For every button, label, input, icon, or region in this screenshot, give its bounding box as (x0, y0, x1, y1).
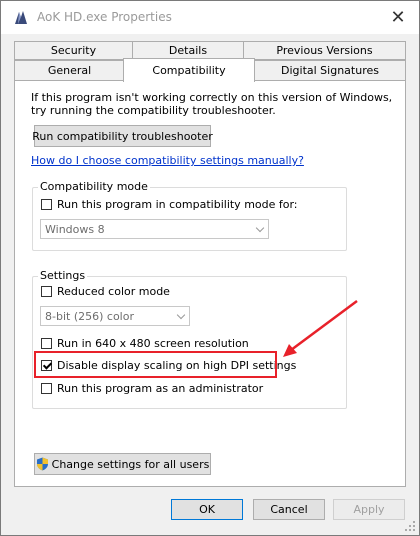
title-bar[interactable]: AoK HD.exe Properties ✕ (1, 1, 419, 34)
chevron-down-icon (255, 223, 265, 233)
ok-button[interactable]: OK (171, 499, 243, 520)
resize-grip-icon[interactable] (405, 521, 417, 533)
tab-digital-signatures[interactable]: Digital Signatures (254, 60, 406, 81)
properties-window: AoK HD.exe Properties ✕ Security Details… (0, 0, 420, 536)
dpi-highlight-box (34, 351, 277, 378)
resolution-label: Run in 640 x 480 screen resolution (57, 337, 249, 350)
chevron-down-icon (176, 310, 186, 320)
compatibility-mode-group: Compatibility mode Run this program in c… (32, 180, 347, 251)
change-settings-all-users-button[interactable]: Change settings for all users (34, 453, 211, 475)
tab-compatibility[interactable]: Compatibility (123, 58, 255, 82)
ok-button-label: OK (199, 503, 215, 516)
compat-mode-checkbox-row[interactable]: Run this program in compatibility mode f… (41, 198, 298, 211)
admin-row[interactable]: Run this program as an administrator (41, 382, 263, 395)
compat-mode-select-value: Windows 8 (45, 222, 105, 236)
compat-mode-checkbox-label: Run this program in compatibility mode f… (57, 198, 298, 211)
tab-previous-versions-label: Previous Versions (276, 44, 373, 57)
run-troubleshooter-button[interactable]: Run compatibility troubleshooter (32, 125, 213, 147)
resolution-row[interactable]: Run in 640 x 480 screen resolution (41, 337, 249, 350)
annotation-arrow-icon (283, 299, 358, 357)
compatibility-panel: If this program isn't working correctly … (14, 80, 406, 487)
manual-settings-link[interactable]: How do I choose compatibility settings m… (31, 154, 304, 167)
compat-mode-checkbox[interactable] (41, 199, 52, 210)
run-troubleshooter-label: Run compatibility troubleshooter (32, 129, 213, 143)
reduced-color-checkbox[interactable] (41, 286, 52, 297)
change-settings-all-users-label: Change settings for all users (51, 457, 210, 471)
reduced-color-label: Reduced color mode (57, 285, 170, 298)
admin-label: Run this program as an administrator (57, 382, 264, 395)
resolution-checkbox[interactable] (41, 338, 52, 349)
intro-text-line1: If this program isn't working correctly … (31, 91, 393, 104)
color-mode-select[interactable]: 8-bit (256) color (40, 306, 190, 326)
settings-label: Settings (38, 269, 88, 282)
apply-button[interactable]: Apply (333, 499, 405, 520)
cancel-button-label: Cancel (270, 503, 308, 516)
compat-mode-select[interactable]: Windows 8 (40, 219, 269, 239)
tab-general[interactable]: General (14, 60, 125, 81)
close-icon: ✕ (390, 7, 406, 28)
color-mode-select-value: 8-bit (256) color (45, 309, 134, 323)
apply-button-label: Apply (353, 503, 385, 516)
intro-text-line2: try running the compatibility troublesho… (31, 104, 276, 117)
app-icon (15, 11, 27, 24)
window-title: AoK HD.exe Properties (37, 10, 172, 24)
tab-digital-signatures-label: Digital Signatures (281, 64, 379, 77)
tab-security[interactable]: Security (14, 41, 133, 60)
tab-compatibility-label: Compatibility (152, 64, 226, 77)
cancel-button[interactable]: Cancel (253, 499, 325, 520)
reduced-color-row[interactable]: Reduced color mode (41, 285, 170, 298)
tab-previous-versions[interactable]: Previous Versions (243, 41, 406, 60)
tab-details-label: Details (168, 44, 208, 57)
admin-checkbox[interactable] (41, 383, 52, 394)
close-button[interactable]: ✕ (377, 1, 419, 34)
tab-security-label: Security (50, 44, 97, 57)
uac-shield-icon (36, 457, 48, 471)
tab-general-label: General (47, 64, 92, 77)
compatibility-mode-label: Compatibility mode (38, 180, 150, 193)
